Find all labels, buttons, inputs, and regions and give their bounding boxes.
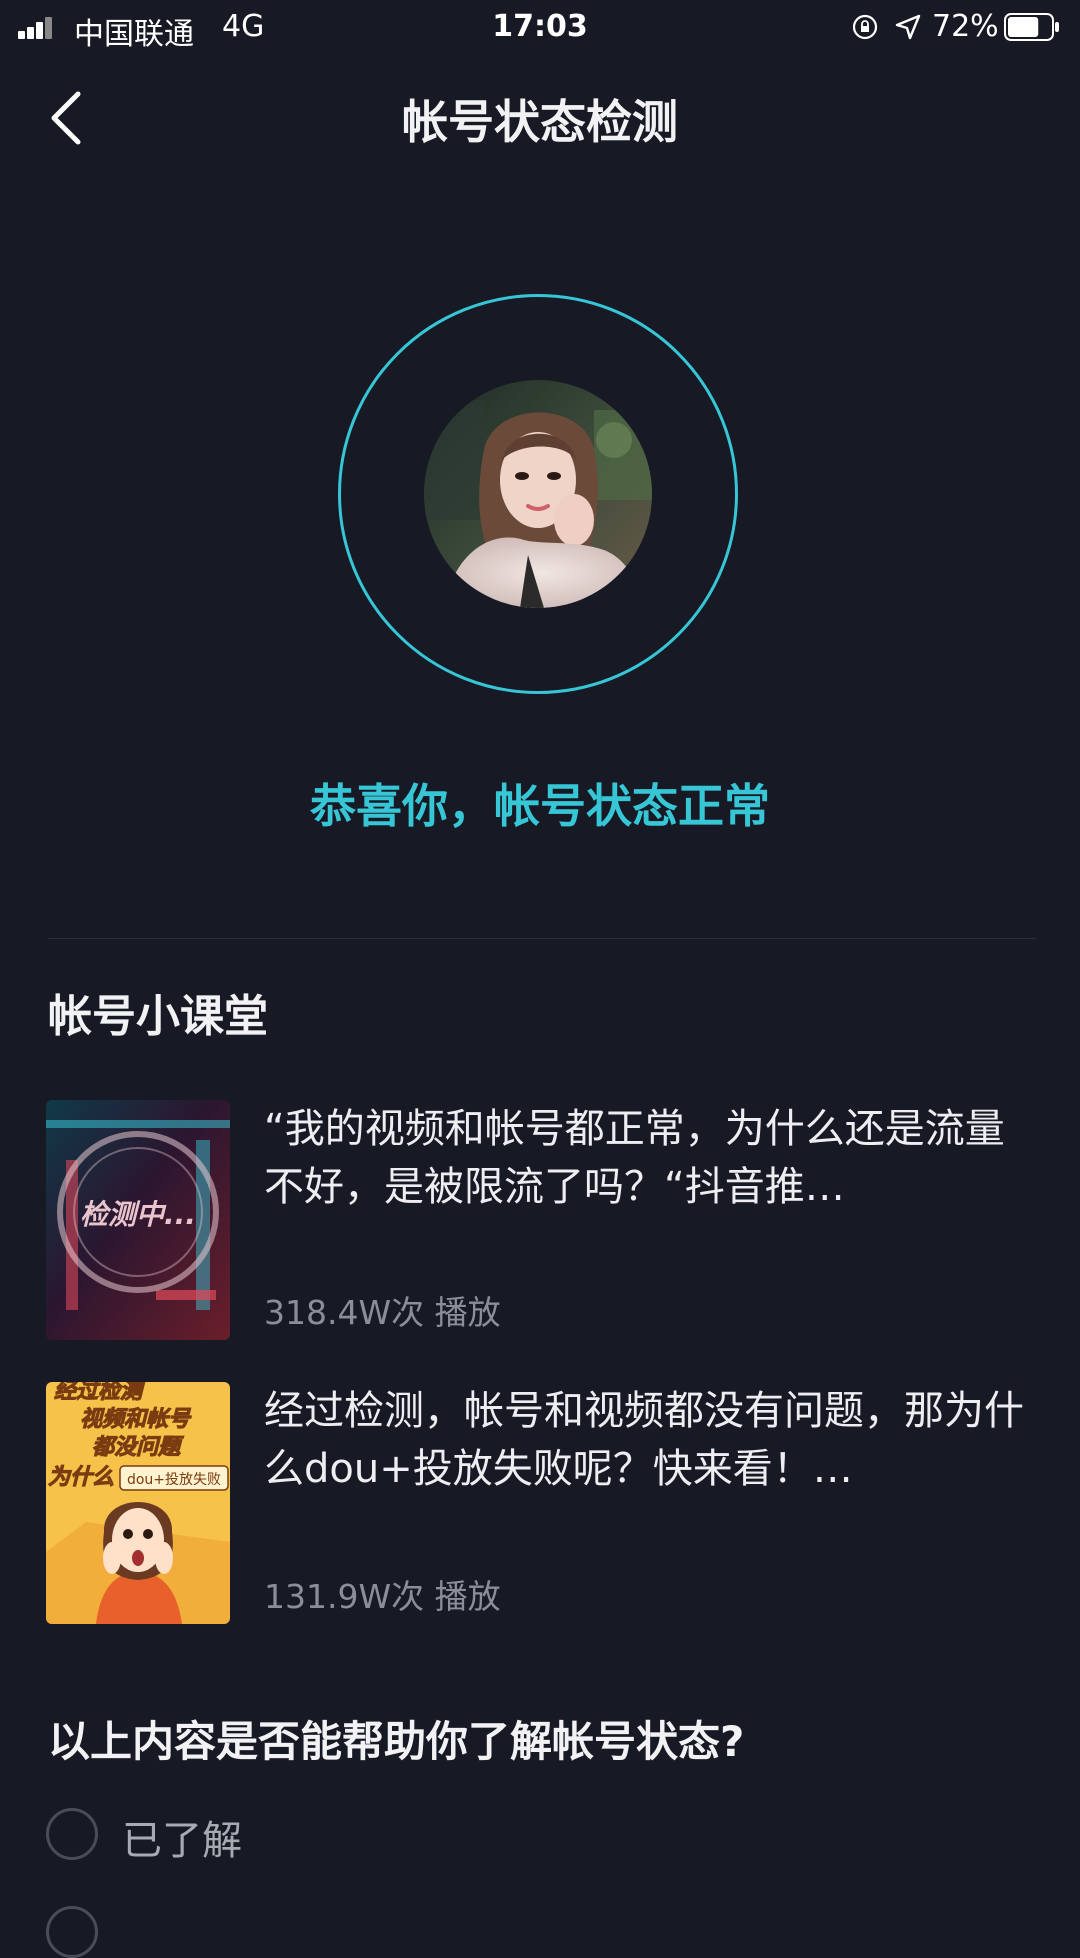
lesson-thumbnail[interactable]: 检测中... — [46, 1100, 230, 1340]
location-arrow-icon — [895, 14, 921, 40]
section-title: 帐号小课堂 — [48, 991, 268, 1042]
rotation-lock-icon — [852, 14, 878, 40]
thumbnail-line: 为什么 — [48, 1465, 114, 1490]
battery-percent: 72% — [932, 9, 999, 44]
status-message: 恭喜你，帐号状态正常 — [310, 779, 770, 833]
lesson-thumbnail[interactable]: 经过检测 视频和帐号 都没问题 为什么 dou+投放失败 — [46, 1382, 230, 1624]
lesson-item[interactable]: 检测中... “我的视频和帐号都正常，为什么还是流量不好，是被限流了吗？“抖音推… — [46, 1100, 1036, 1340]
radio-button[interactable] — [46, 1808, 98, 1860]
radio-button[interactable] — [46, 1906, 98, 1958]
avatar[interactable] — [424, 380, 652, 608]
lesson-title[interactable]: 经过检测，帐号和视频都没有问题，那为什么dou+投放失败呢？快来看！… — [264, 1382, 1044, 1498]
feedback-question: 以上内容是否能帮助你了解帐号状态? — [48, 1717, 745, 1766]
lesson-item[interactable]: 经过检测 视频和帐号 都没问题 为什么 dou+投放失败 经过检测，帐号和视频都… — [46, 1382, 1036, 1624]
play-count: 318.4W次 播放 — [264, 1293, 501, 1332]
status-bar: 中国联通 4G 17:03 72% — [0, 0, 1080, 54]
play-count: 131.9W次 播放 — [264, 1577, 501, 1616]
thumbnail-badge: dou+投放失败 — [127, 1472, 221, 1488]
thumbnail-line: 视频和帐号 — [80, 1407, 192, 1432]
option-label: 已了解 — [122, 1818, 242, 1864]
feedback-option[interactable]: 已了解 — [46, 1808, 646, 1864]
lesson-title[interactable]: “我的视频和帐号都正常，为什么还是流量不好，是被限流了吗？“抖音推… — [264, 1100, 1044, 1216]
page-title: 帐号状态检测 — [402, 95, 678, 149]
thumbnail-line: 都没问题 — [92, 1435, 184, 1460]
thumbnail-caption: 检测中... — [80, 1198, 196, 1231]
divider — [48, 938, 1036, 939]
thumbnail-line: 经过检测 — [54, 1382, 146, 1404]
battery-icon — [1004, 13, 1059, 41]
